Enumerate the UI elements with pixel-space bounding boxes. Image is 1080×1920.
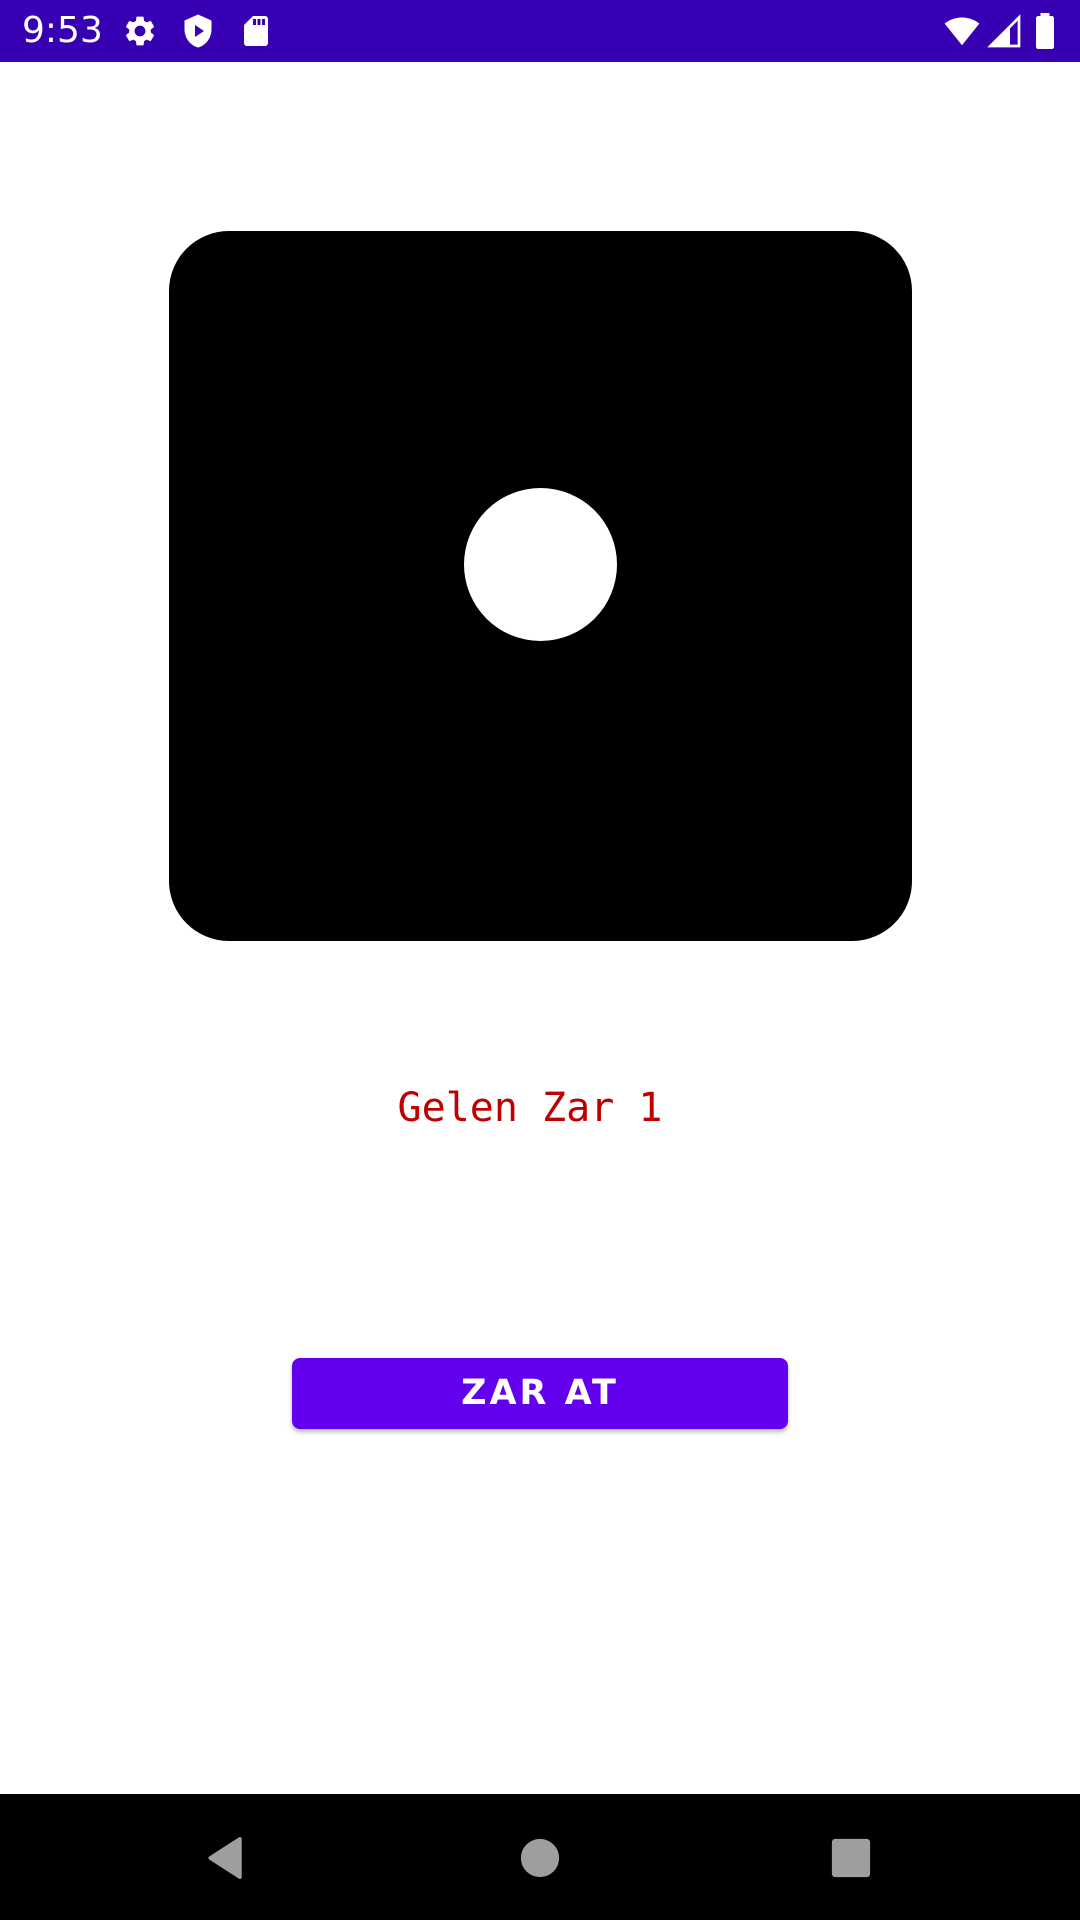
cell-signal-icon — [986, 13, 1022, 49]
battery-icon — [1030, 13, 1060, 49]
sd-card-icon — [238, 13, 274, 49]
status-bar: 9:53 — [0, 0, 1080, 62]
roll-dice-button[interactable]: ZAR AT — [292, 1358, 788, 1429]
dice-pip — [464, 488, 617, 641]
dice-image — [169, 231, 912, 941]
back-icon[interactable] — [199, 1831, 253, 1885]
navigation-bar — [0, 1794, 1080, 1920]
home-icon[interactable] — [513, 1831, 567, 1885]
status-time: 9:53 — [22, 10, 103, 51]
shield-play-icon — [180, 13, 216, 49]
recents-icon[interactable] — [824, 1831, 878, 1885]
settings-icon — [122, 13, 158, 49]
wifi-icon — [944, 13, 980, 49]
result-label: Gelen Zar 1 — [397, 1085, 663, 1131]
